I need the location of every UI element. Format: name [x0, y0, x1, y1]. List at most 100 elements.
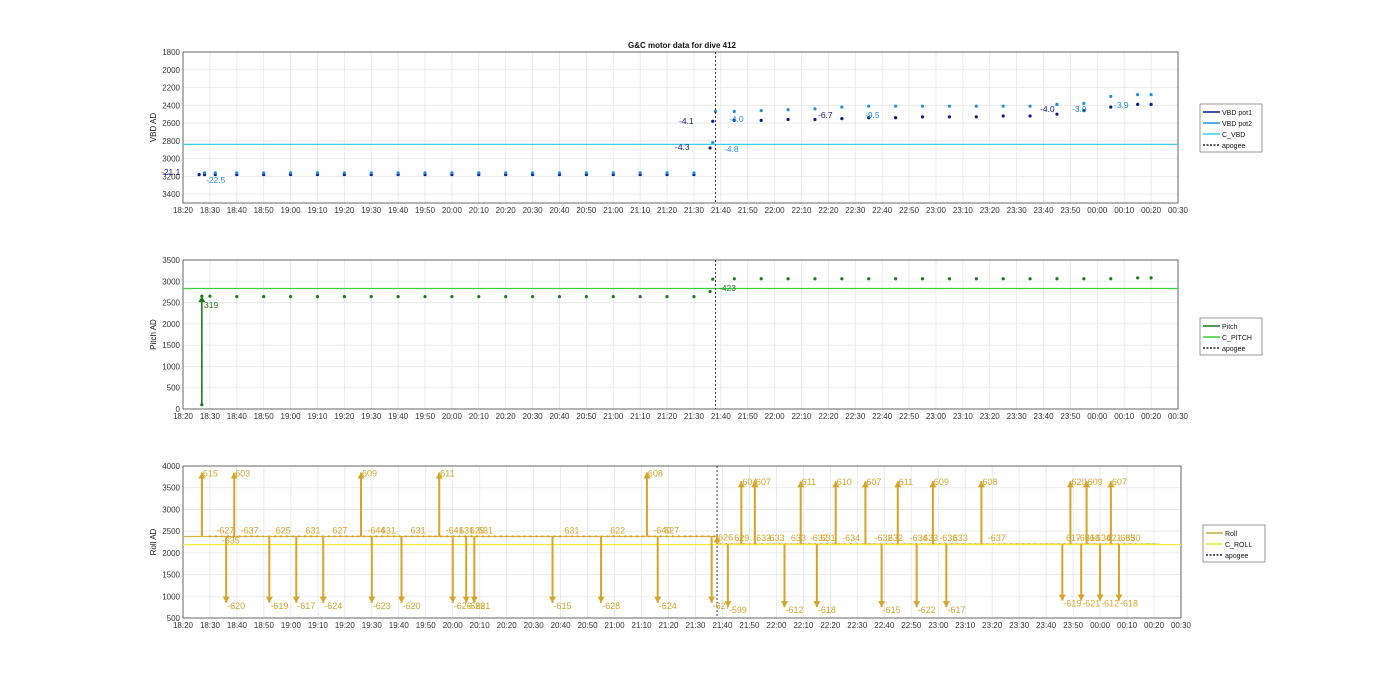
x-tick-label: 19:20	[334, 206, 355, 215]
x-tick-label: 19:10	[307, 206, 328, 215]
data-point	[659, 535, 663, 538]
data-point	[1028, 277, 1032, 281]
x-tick-label: 21:20	[658, 621, 679, 630]
legend-label: apogee	[1225, 553, 1248, 560]
data-point	[423, 295, 427, 299]
roll-label: 609	[1088, 477, 1103, 487]
data-point	[1149, 102, 1153, 107]
data-point	[505, 535, 508, 538]
data-point	[813, 117, 817, 122]
roll-label: 630	[1125, 533, 1140, 543]
legend-label: C_ROLL	[1225, 542, 1252, 549]
pitch-panel: 18:20 18:30 18:40 18:50 19:00 19:10 19:20 19:30…	[149, 256, 1263, 421]
plot-area	[183, 260, 1178, 409]
roll-label: 611	[802, 477, 816, 487]
data-point	[469, 535, 473, 538]
x-tick-label: 19:10	[308, 621, 329, 630]
x-tick-label: 00:20	[1144, 621, 1165, 630]
figure-title: G&C motor data for dive 412	[628, 41, 737, 50]
y-tick-label: 3000	[162, 277, 180, 286]
data-point	[947, 277, 952, 281]
x-tick-label: 19:30	[361, 412, 382, 421]
y-tick-label: 1000	[162, 592, 180, 601]
data-point	[570, 535, 574, 538]
y-tick-label: 2000	[162, 320, 180, 329]
roll-label: 631	[381, 525, 396, 535]
data-point	[840, 117, 844, 121]
data-point	[345, 535, 348, 538]
y-tick-label: 2000	[162, 549, 180, 558]
x-tick-label: 22:00	[765, 412, 786, 421]
data-point	[1001, 114, 1005, 118]
data-point	[244, 535, 247, 538]
x-tick-label: 00:10	[1117, 621, 1138, 630]
x-tick-label: 23:50	[1063, 621, 1084, 630]
data-point	[458, 535, 461, 538]
data-point	[759, 109, 763, 113]
x-tick-label: 22:10	[791, 206, 812, 215]
roll-label: 610	[837, 477, 852, 487]
annotation: -4.3	[675, 142, 690, 152]
x-tick-label: 18:30	[200, 412, 221, 421]
plot-area	[183, 466, 1181, 618]
data-point	[564, 535, 568, 538]
data-point	[711, 141, 715, 145]
data-point	[256, 535, 259, 538]
roll-label: -599	[729, 605, 747, 615]
data-point	[557, 295, 562, 299]
x-tick-label: 19:40	[388, 206, 409, 215]
data-point	[327, 535, 330, 538]
x-tick-label: 22:50	[899, 206, 920, 215]
roll-label: 627	[332, 525, 347, 535]
data-point	[303, 535, 307, 538]
x-tick-label: 18:40	[227, 412, 248, 421]
data-point	[713, 535, 716, 538]
data-point	[584, 295, 588, 299]
data-point	[342, 171, 346, 175]
x-tick-label: 21:00	[603, 206, 624, 215]
x-tick-label: 23:20	[980, 206, 1001, 215]
data-point	[1149, 93, 1153, 97]
roll-label: 631	[478, 525, 493, 535]
x-tick-label: 19:40	[388, 412, 409, 421]
y-tick-label: 500	[167, 384, 181, 393]
data-point	[557, 171, 562, 175]
data-point	[351, 535, 354, 538]
x-tick-label: 20:10	[469, 206, 490, 215]
x-tick-label: 19:00	[281, 206, 302, 215]
roll-label: 631	[411, 525, 426, 535]
annotation: -4.1	[679, 116, 694, 126]
x-tick-label: 20:40	[549, 412, 570, 421]
x-tick-label: 19:30	[362, 621, 383, 630]
x-tick-label: 00:10	[1114, 206, 1135, 215]
data-point	[333, 535, 336, 538]
y-tick-label: 2800	[162, 137, 180, 146]
data-point	[530, 171, 535, 175]
data-point	[477, 295, 481, 299]
legend-label: apogee	[1222, 346, 1245, 353]
data-point	[611, 171, 615, 175]
x-tick-label: 21:50	[739, 621, 760, 630]
x-tick-label: 20:40	[549, 206, 570, 215]
data-point	[1136, 102, 1140, 107]
x-tick-label: 20:50	[578, 621, 599, 630]
roll-label: 609	[934, 477, 949, 487]
x-tick-label: 21:10	[630, 412, 651, 421]
y-axis-label: VBD AD	[149, 113, 158, 143]
x-tick-label: 22:30	[845, 412, 866, 421]
data-point	[214, 535, 218, 538]
roll-label: 608	[648, 469, 663, 479]
data-point	[558, 535, 562, 538]
data-point	[1001, 104, 1005, 108]
x-tick-label: 19:50	[415, 412, 436, 421]
data-point	[213, 171, 217, 175]
x-tick-label: 23:20	[980, 412, 1001, 421]
data-point	[529, 535, 532, 538]
x-tick-label: 21:20	[657, 412, 678, 421]
roll-label: 631	[821, 533, 836, 543]
data-point	[416, 535, 419, 538]
data-point	[410, 535, 413, 538]
x-tick-label: 20:40	[551, 621, 572, 630]
data-point	[200, 403, 204, 407]
y-tick-label: 3000	[162, 155, 180, 164]
